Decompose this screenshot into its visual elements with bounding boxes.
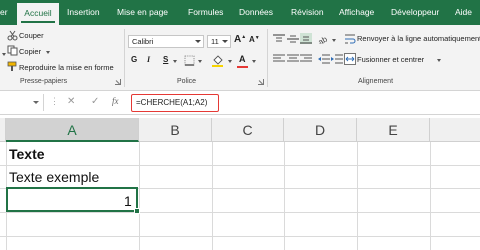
tab-file[interactable]: er xyxy=(0,0,8,25)
column-header-e[interactable]: E xyxy=(357,118,430,142)
name-box[interactable] xyxy=(0,94,44,111)
wrap-text-icon xyxy=(345,34,356,44)
wrap-text-button[interactable]: Renvoyer à la ligne automatiquement xyxy=(357,34,480,43)
copy-icon xyxy=(7,45,18,56)
font-color-bar xyxy=(237,66,248,68)
column-header-c[interactable]: C xyxy=(212,118,284,142)
increase-indent-icon[interactable] xyxy=(331,54,343,64)
font-size-value: 11 xyxy=(211,37,219,46)
font-color-icon: A xyxy=(239,54,246,64)
align-left-icon[interactable] xyxy=(273,54,285,64)
font-name-value: Calibri xyxy=(132,37,154,46)
active-cell-selection[interactable] xyxy=(6,187,138,212)
row-divider xyxy=(0,236,480,237)
underline-dropdown-caret[interactable] xyxy=(173,60,177,63)
fill-color-icon[interactable] xyxy=(212,54,224,67)
row-divider xyxy=(0,212,480,213)
clipboard-group-label: Presse-papiers xyxy=(20,78,68,85)
cell-a1[interactable]: Texte xyxy=(9,146,45,162)
chevron-down-icon xyxy=(222,40,228,43)
font-color-button[interactable]: A xyxy=(239,54,246,64)
cancel-icon[interactable]: ✕ xyxy=(67,96,75,107)
column-divider xyxy=(430,142,431,250)
bold-button[interactable]: G xyxy=(131,55,137,64)
format-painter-button[interactable]: Reproduire la mise en forme xyxy=(19,63,114,72)
tab-view[interactable]: Affichage xyxy=(339,0,374,25)
fill-color-dropdown-caret[interactable] xyxy=(228,60,232,63)
tab-insert[interactable]: Insertion xyxy=(67,0,100,25)
column-divider xyxy=(357,142,358,250)
column-header-d[interactable]: D xyxy=(284,118,357,142)
align-top-icon[interactable] xyxy=(273,34,285,44)
shrink-font-button[interactable]: A▼ xyxy=(249,35,260,44)
tab-developer[interactable]: Développeur xyxy=(391,0,439,25)
ribbon-tab-bar: er Accueil Insertion Mise en page Formul… xyxy=(0,0,480,25)
font-size-combo[interactable]: 11 xyxy=(207,35,231,48)
copy-dropdown-caret[interactable] xyxy=(46,51,50,54)
column-header-b[interactable]: B xyxy=(139,118,212,142)
tab-home[interactable]: Accueil xyxy=(17,3,59,25)
clipboard-dialog-launcher[interactable] xyxy=(115,79,121,85)
merge-center-dropdown-caret[interactable] xyxy=(437,59,441,62)
merge-center-icon xyxy=(344,53,356,65)
group-divider xyxy=(267,29,268,87)
svg-text:ab: ab xyxy=(318,34,329,44)
decrease-indent-icon[interactable] xyxy=(318,54,330,64)
tab-page-layout[interactable]: Mise en page xyxy=(117,0,168,25)
tab-review[interactable]: Révision xyxy=(291,0,324,25)
column-divider xyxy=(139,142,140,250)
formula-input[interactable]: =CHERCHE(A1;A2) xyxy=(131,94,219,112)
borders-dropdown-caret[interactable] xyxy=(198,60,202,63)
font-group-label: Police xyxy=(177,78,197,85)
insert-function-button[interactable]: fx xyxy=(112,96,119,106)
font-name-combo[interactable]: Calibri xyxy=(128,35,204,48)
cell-a2[interactable]: Texte exemple xyxy=(9,169,99,185)
cut-button[interactable]: Couper xyxy=(19,31,44,40)
column-divider xyxy=(284,142,285,250)
tab-formulas[interactable]: Formules xyxy=(188,0,223,25)
tab-help[interactable]: Aide xyxy=(455,0,472,25)
ribbon: Couper Copier Reproduire la mise en form… xyxy=(0,25,480,91)
underline-button[interactable]: S xyxy=(163,55,168,64)
scissors-icon xyxy=(7,30,18,41)
tab-home-label: Accueil xyxy=(24,8,52,18)
align-bottom-icon[interactable] xyxy=(300,33,312,44)
format-painter-icon xyxy=(7,61,17,71)
group-divider xyxy=(124,29,125,87)
tab-data[interactable]: Données xyxy=(239,0,273,25)
alignment-group-label: Alignement xyxy=(358,78,394,85)
font-color-dropdown-caret[interactable] xyxy=(252,60,256,63)
align-center-icon[interactable] xyxy=(287,54,299,64)
row-divider xyxy=(0,165,480,166)
grow-font-button[interactable]: A▲ xyxy=(234,34,246,45)
formula-bar: ⋮ ✕ ✓ fx =CHERCHE(A1;A2) xyxy=(0,91,480,115)
column-divider xyxy=(212,142,213,250)
font-dialog-launcher[interactable] xyxy=(258,79,264,85)
enter-check-icon[interactable]: ✓ xyxy=(91,96,99,107)
chevron-down-icon xyxy=(195,40,201,43)
column-header-f[interactable] xyxy=(430,118,480,142)
italic-button[interactable]: I xyxy=(147,55,150,64)
copy-button[interactable]: Copier xyxy=(19,47,41,56)
orientation-icon[interactable]: ab xyxy=(318,34,330,44)
column-header-a[interactable]: A xyxy=(6,118,139,142)
merge-center-button[interactable]: Fusionner et centrer xyxy=(357,55,424,64)
chevron-down-icon xyxy=(33,101,39,104)
fill-handle[interactable] xyxy=(134,208,140,214)
borders-icon[interactable] xyxy=(184,55,196,66)
orientation-dropdown-caret[interactable] xyxy=(332,39,336,42)
drag-handle-icon[interactable]: ⋮ xyxy=(50,96,59,107)
align-middle-icon[interactable] xyxy=(287,34,299,44)
align-right-icon[interactable] xyxy=(300,54,312,64)
